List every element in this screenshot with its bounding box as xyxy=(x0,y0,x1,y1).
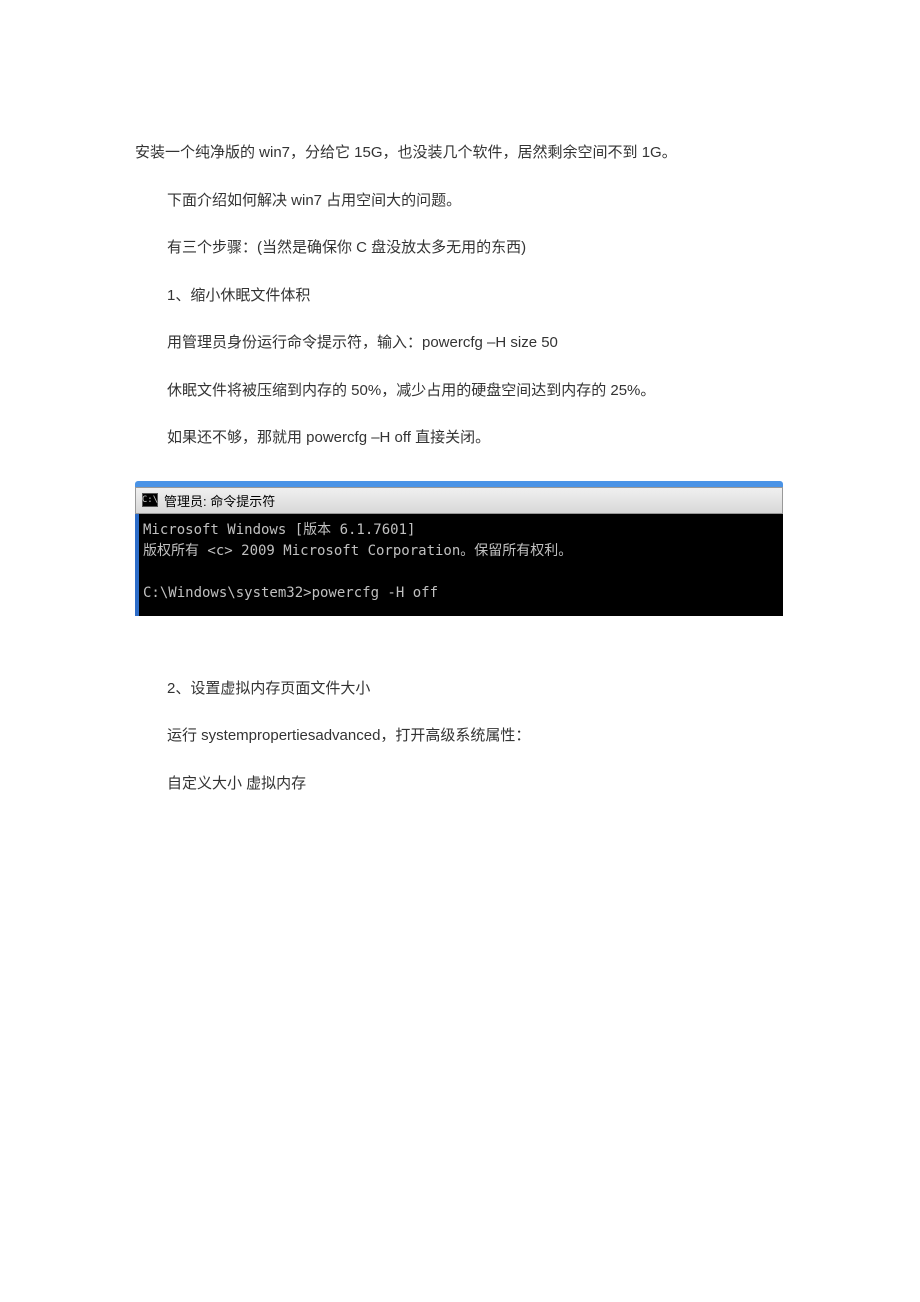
paragraph-step1-alt: 如果还不够，那就用 powercfg –H off 直接关闭。 xyxy=(135,425,785,451)
paragraph-steps-heading: 有三个步骤：(当然是确保你 C 盘没放太多无用的东西) xyxy=(135,235,785,261)
terminal-line-version: Microsoft Windows [版本 6.1.7601] xyxy=(143,522,415,538)
paragraph-step1-title: 1、缩小休眠文件体积 xyxy=(135,283,785,309)
paragraph-step2-desc: 自定义大小 虚拟内存 xyxy=(135,771,785,797)
paragraph-step1-cmd: 用管理员身份运行命令提示符，输入：powercfg –H size 50 xyxy=(135,330,785,356)
paragraph-intro: 安装一个纯净版的 win7，分给它 15G，也没装几个软件，居然剩余空间不到 1… xyxy=(135,140,785,166)
paragraph-step1-desc: 休眠文件将被压缩到内存的 50%，减少占用的硬盘空间达到内存的 25%。 xyxy=(135,378,785,404)
terminal-line-command: C:\Windows\system32>powercfg -H off xyxy=(143,585,438,601)
command-prompt-window: C:\ 管理员: 命令提示符 Microsoft Windows [版本 6.1… xyxy=(135,481,783,616)
command-prompt-title: 管理员: 命令提示符 xyxy=(164,491,275,510)
paragraph-intro2: 下面介绍如何解决 win7 占用空间大的问题。 xyxy=(135,188,785,214)
command-prompt-body: Microsoft Windows [版本 6.1.7601] 版权所有 <c>… xyxy=(135,514,783,616)
terminal-line-copyright: 版权所有 <c> 2009 Microsoft Corporation。保留所有… xyxy=(143,543,572,559)
command-prompt-titlebar: C:\ 管理员: 命令提示符 xyxy=(135,487,783,514)
command-prompt-icon: C:\ xyxy=(142,493,158,507)
paragraph-step2-title: 2、设置虚拟内存页面文件大小 xyxy=(135,676,785,702)
paragraph-step2-cmd: 运行 systempropertiesadvanced，打开高级系统属性： xyxy=(135,723,785,749)
